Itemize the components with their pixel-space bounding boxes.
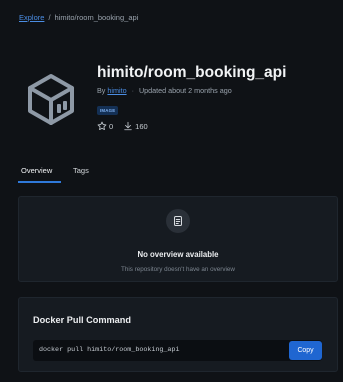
byline-dot: · bbox=[131, 86, 134, 95]
updated-text: Updated about 2 months ago bbox=[138, 86, 232, 95]
pull-stat: 160 bbox=[123, 121, 148, 131]
tab-overview[interactable]: Overview bbox=[18, 166, 61, 183]
overview-icon-circle bbox=[166, 209, 190, 233]
by-label: By bbox=[97, 86, 106, 95]
star-count: 0 bbox=[109, 121, 114, 131]
overview-empty-title: No overview available bbox=[137, 250, 219, 259]
breadcrumb-explore-link[interactable]: Explore bbox=[19, 13, 44, 22]
pull-command-box: docker pull himito/room_booking_api Copy bbox=[33, 340, 322, 361]
type-badge: IMAGE bbox=[97, 106, 119, 115]
tab-tags[interactable]: Tags bbox=[73, 166, 89, 183]
breadcrumb-separator: / bbox=[48, 13, 51, 22]
pull-command-title: Docker Pull Command bbox=[33, 315, 132, 325]
breadcrumb: Explore / himito/room_booking_api bbox=[19, 13, 138, 22]
author-link[interactable]: himito bbox=[107, 86, 126, 95]
repo-byline: By himito · Updated about 2 months ago bbox=[97, 86, 232, 95]
star-icon bbox=[97, 121, 107, 130]
docker-cube-icon bbox=[28, 74, 74, 125]
pull-command-card: Docker Pull Command docker pull himito/r… bbox=[18, 297, 338, 372]
document-icon bbox=[174, 216, 182, 226]
overview-empty-subtitle: This repository doesn't have an overview bbox=[121, 266, 235, 273]
breadcrumb-current: himito/room_booking_api bbox=[54, 13, 139, 22]
tab-bar: Overview Tags bbox=[18, 166, 89, 183]
overview-card: No overview available This repository do… bbox=[18, 196, 338, 282]
star-stat[interactable]: 0 bbox=[97, 121, 113, 131]
pull-count: 160 bbox=[135, 121, 148, 131]
copy-button[interactable]: Copy bbox=[289, 341, 322, 360]
repo-stats: 0 160 bbox=[97, 121, 148, 131]
download-icon bbox=[124, 121, 132, 131]
repo-title: himito/room_booking_api bbox=[97, 64, 287, 81]
pull-command-text[interactable]: docker pull himito/room_booking_api bbox=[39, 346, 179, 354]
